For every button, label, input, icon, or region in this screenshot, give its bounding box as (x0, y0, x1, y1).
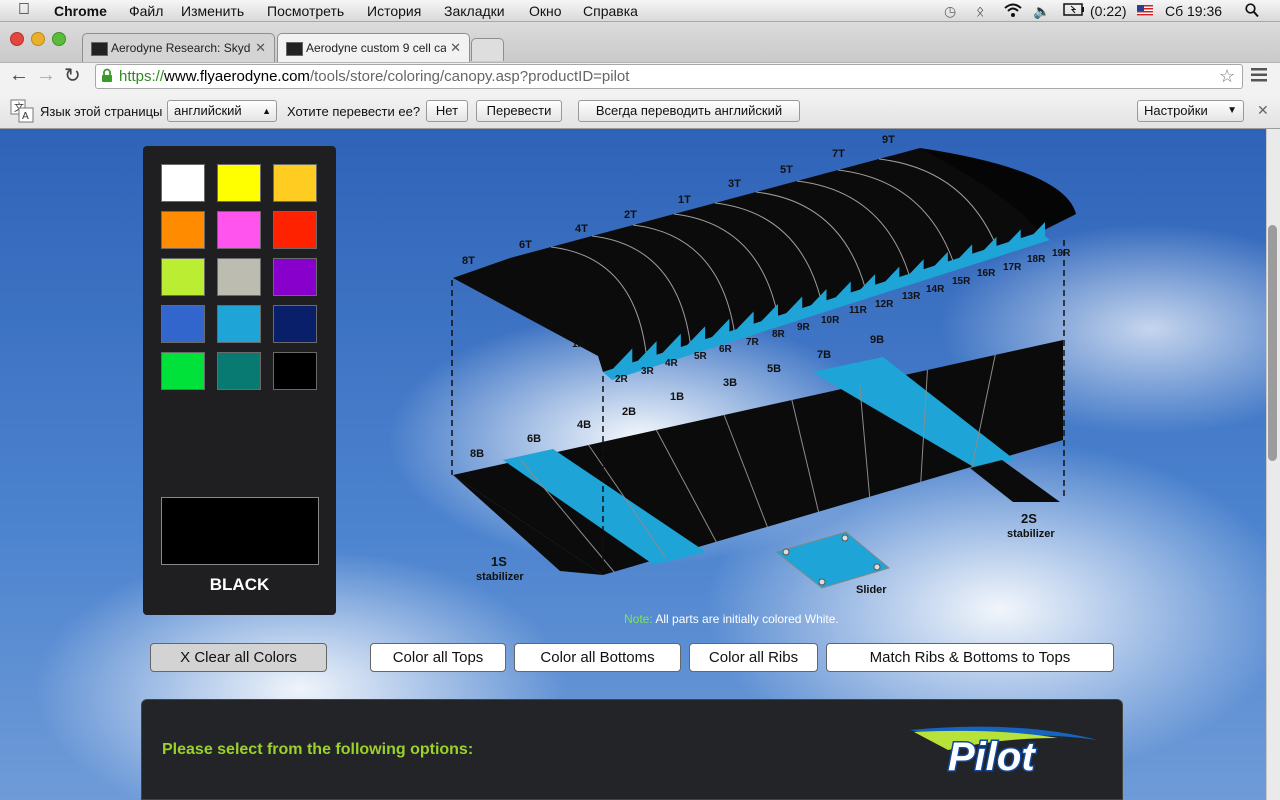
rib-label: 12R (875, 299, 894, 310)
rib-label: 19R (1052, 248, 1071, 259)
selected-color-name: BLACK (209, 575, 270, 594)
color-swatch[interactable] (273, 305, 317, 343)
top-label: 3T (728, 178, 741, 190)
top-label: 4T (575, 223, 588, 235)
note: Note: All parts are initially colored Wh… (624, 612, 839, 626)
color-swatch[interactable] (217, 305, 261, 343)
color-swatch[interactable] (217, 258, 261, 296)
top-label: 5T (780, 164, 793, 176)
top-label: 2T (624, 209, 637, 221)
rib-label: 4R (665, 358, 679, 369)
slider-part[interactable] (774, 531, 891, 589)
rib-label: 15R (952, 276, 971, 287)
bottom-label: 1B (670, 391, 684, 403)
top-label: 6T (519, 239, 532, 251)
top-label: 1T (678, 194, 691, 206)
rib-label: 9R (797, 322, 811, 333)
bottom-label: 9B (870, 334, 884, 346)
color-swatch[interactable] (273, 352, 317, 390)
stabilizer-1-label: 1S (491, 554, 507, 569)
color-swatch[interactable] (273, 164, 317, 202)
top-label: 7T (832, 148, 845, 160)
rib-label: 1R (572, 339, 586, 350)
rib-label: 14R (926, 284, 945, 295)
selected-color-preview (161, 497, 319, 565)
stabilizer-1-caption: stabilizer (476, 571, 524, 583)
rib-label: 13R (902, 291, 921, 302)
bottom-label: 8B (470, 448, 484, 460)
bottom-label: 7B (817, 349, 831, 361)
top-label: 9T (882, 134, 895, 146)
pilot-logo: Pilot (910, 726, 1098, 776)
color-swatch[interactable] (161, 211, 205, 249)
color-all-ribs-button[interactable]: Color all Ribs (689, 643, 818, 672)
rib-label: 6R (719, 344, 733, 355)
note-text: All parts are initially colored White. (655, 612, 839, 626)
note-prefix: Note: (624, 612, 653, 626)
bottom-label: 4B (577, 419, 591, 431)
scrollbar-thumb[interactable] (1268, 225, 1277, 461)
match-ribs-bottoms-button[interactable]: Match Ribs & Bottoms to Tops (826, 643, 1114, 672)
bottom-label: 3B (723, 377, 737, 389)
color-swatch[interactable] (217, 164, 261, 202)
slider-label: Slider (856, 584, 887, 596)
stabilizer-2-caption: stabilizer (1007, 528, 1055, 540)
bottom-label: 6B (527, 433, 541, 445)
rib-label: 5R (694, 351, 708, 362)
rib-label: 18R (1027, 254, 1046, 265)
top-label: 8T (462, 255, 475, 267)
color-swatch[interactable] (273, 211, 317, 249)
color-all-bottoms-button[interactable]: Color all Bottoms (514, 643, 681, 672)
color-swatch[interactable] (161, 352, 205, 390)
canopy-bottom[interactable] (453, 340, 1063, 575)
rib-label: 3R (641, 366, 655, 377)
canopy-top[interactable] (453, 148, 1076, 380)
rib-label: 2R (615, 374, 629, 385)
bottom-label: 2B (622, 406, 636, 418)
options-heading: Please select from the following options… (162, 741, 474, 758)
rib-label: 11R (849, 305, 868, 316)
rib-label: 16R (977, 268, 996, 279)
stabilizer-2-label: 2S (1021, 511, 1037, 526)
bottom-label: 5B (767, 363, 781, 375)
rib-label: 8R (772, 329, 786, 340)
color-swatch[interactable] (273, 258, 317, 296)
color-swatch[interactable] (217, 352, 261, 390)
color-swatch[interactable] (161, 258, 205, 296)
rib-label: 17R (1003, 262, 1022, 273)
rib-label: 7R (746, 337, 760, 348)
rib-label: 10R (821, 315, 840, 326)
clear-all-colors-button[interactable]: X Clear all Colors (150, 643, 327, 672)
color-swatch[interactable] (217, 211, 261, 249)
color-swatch[interactable] (161, 305, 205, 343)
color-all-tops-button[interactable]: Color all Tops (370, 643, 506, 672)
color-swatch[interactable] (161, 164, 205, 202)
pilot-logo-text: Pilot (948, 735, 1036, 776)
